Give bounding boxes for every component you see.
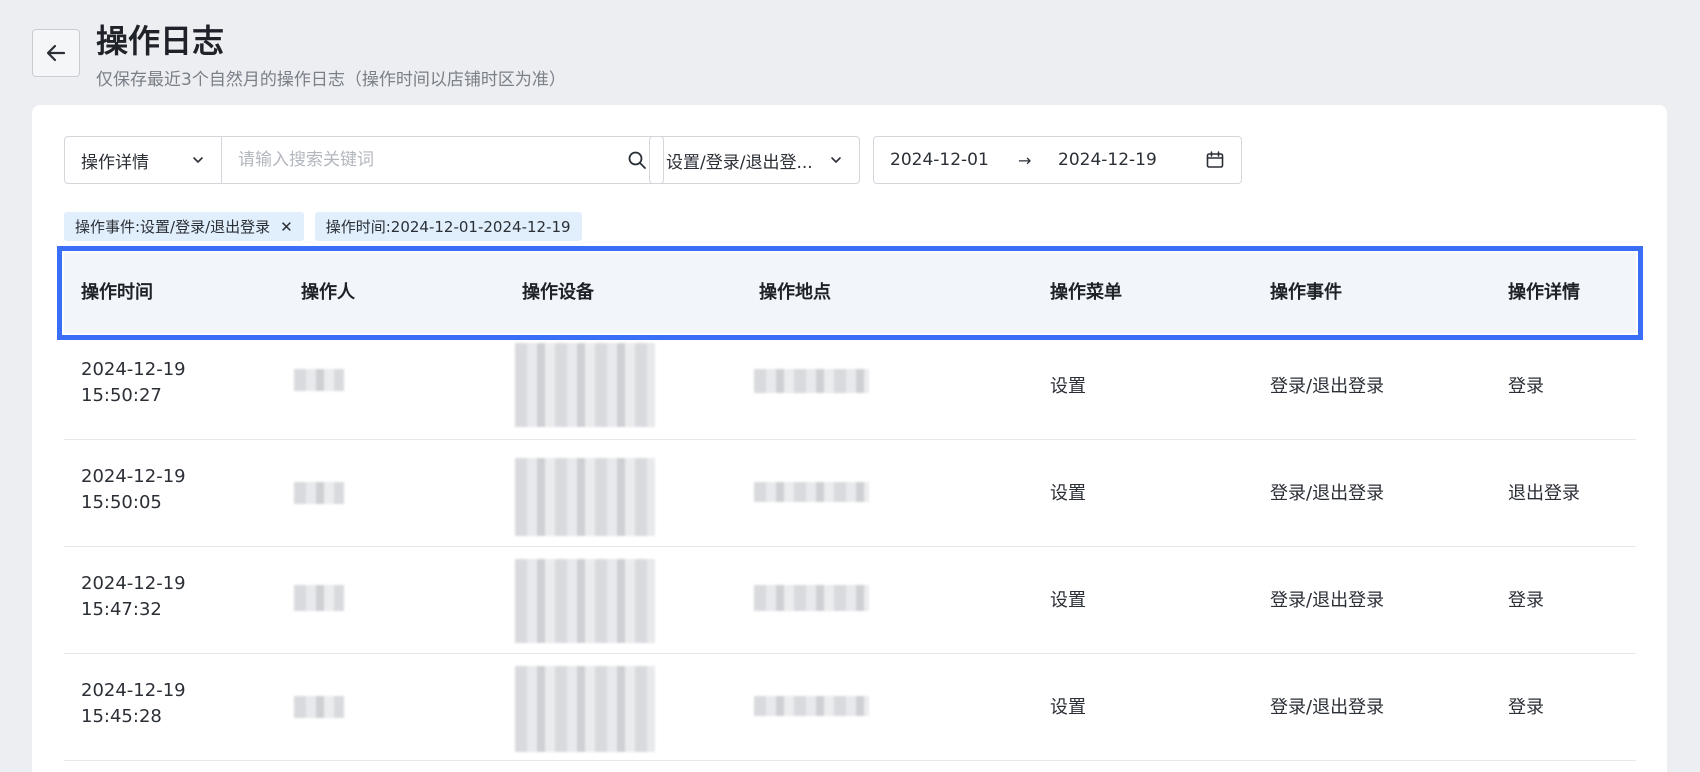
row-detail: 退出登录	[1508, 483, 1580, 504]
row-time: 15:50:27	[81, 385, 162, 406]
redacted-device	[515, 458, 655, 536]
row-date: 2024-12-19	[81, 466, 186, 487]
row-detail: 登录	[1508, 590, 1544, 611]
row-detail: 登录	[1508, 697, 1544, 718]
date-range-arrow: →	[1018, 150, 1032, 170]
table-row: 2024-12-19 15:50:27 设置 登录/退出登录 登录	[64, 333, 1636, 440]
search-group: 操作详情	[64, 136, 664, 184]
event-select-label: 设置/登录/退出登...	[666, 152, 813, 173]
row-datetime: 2024-12-19 15:50:05	[81, 464, 186, 516]
redacted-location	[754, 482, 869, 502]
search-input[interactable]	[238, 150, 627, 170]
search-input-wrap	[222, 137, 663, 183]
redacted-operator	[294, 696, 344, 718]
redacted-operator	[294, 585, 344, 611]
filter-tag-event: 操作事件:设置/登录/退出登录 ✕	[64, 212, 304, 241]
redacted-location	[754, 585, 869, 611]
row-date: 2024-12-19	[81, 680, 186, 701]
page-subtitle: 仅保存最近3个自然月的操作日志（操作时间以店铺时区为准）	[96, 70, 566, 90]
table-row: 2024-12-19 15:45:28 设置 登录/退出登录 登录	[64, 654, 1636, 761]
column-header-event: 操作事件	[1270, 282, 1342, 303]
redacted-location	[754, 696, 869, 716]
filter-tag-time: 操作时间:2024-12-01-2024-12-19	[314, 212, 582, 241]
table-row: 2024-12-19 15:50:05 设置 登录/退出登录 退出登录	[64, 440, 1636, 547]
table-header: 操作时间 操作人 操作设备 操作地点 操作菜单 操作事件 操作详情	[57, 246, 1643, 340]
redacted-operator	[294, 369, 344, 391]
redacted-operator	[294, 482, 344, 504]
column-header-menu: 操作菜单	[1050, 282, 1122, 303]
row-event: 登录/退出登录	[1270, 483, 1385, 504]
column-header-detail: 操作详情	[1508, 282, 1580, 303]
row-event: 登录/退出登录	[1270, 590, 1385, 611]
search-field-label: 操作详情	[81, 152, 149, 173]
event-select[interactable]: 设置/登录/退出登...	[649, 136, 860, 184]
column-header-time: 操作时间	[81, 282, 153, 303]
log-card: 操作详情 设置/登录/退出登... 2024-12-01 → 2024-12-1…	[32, 105, 1667, 772]
search-icon[interactable]	[627, 150, 647, 170]
search-field-select[interactable]: 操作详情	[65, 137, 222, 183]
row-menu: 设置	[1050, 376, 1086, 397]
row-menu: 设置	[1050, 590, 1086, 611]
back-button[interactable]	[32, 29, 80, 77]
row-date: 2024-12-19	[81, 573, 186, 594]
redacted-location	[754, 369, 869, 393]
log-table: 操作时间 操作人 操作设备 操作地点 操作菜单 操作事件 操作详情 2024-1…	[57, 246, 1643, 761]
column-header-operator: 操作人	[301, 282, 355, 303]
calendar-icon[interactable]	[1205, 150, 1225, 170]
redacted-device	[515, 559, 655, 643]
row-detail: 登录	[1508, 376, 1544, 397]
row-datetime: 2024-12-19 15:50:27	[81, 357, 186, 409]
redacted-device	[515, 666, 655, 752]
row-date: 2024-12-19	[81, 359, 186, 380]
column-header-location: 操作地点	[759, 282, 831, 303]
redacted-device	[515, 343, 655, 427]
row-time: 15:50:05	[81, 492, 162, 513]
page-title: 操作日志	[96, 22, 225, 60]
row-time: 15:45:28	[81, 706, 162, 727]
date-range-picker[interactable]: 2024-12-01 → 2024-12-19	[873, 136, 1242, 184]
row-time: 15:47:32	[81, 599, 162, 620]
row-event: 登录/退出登录	[1270, 376, 1385, 397]
close-icon[interactable]: ✕	[280, 218, 293, 236]
chevron-down-icon	[193, 157, 203, 164]
row-menu: 设置	[1050, 483, 1086, 504]
filter-tag-label: 操作事件:设置/登录/退出登录	[75, 218, 271, 236]
date-start[interactable]: 2024-12-01	[890, 150, 1018, 170]
column-header-device: 操作设备	[522, 282, 594, 303]
filter-tag-label: 操作时间:2024-12-01-2024-12-19	[325, 218, 571, 236]
back-arrow-icon	[46, 44, 66, 62]
table-row: 2024-12-19 15:47:32 设置 登录/退出登录 登录	[64, 547, 1636, 654]
row-menu: 设置	[1050, 697, 1086, 718]
row-datetime: 2024-12-19 15:47:32	[81, 571, 186, 623]
row-event: 登录/退出登录	[1270, 697, 1385, 718]
row-datetime: 2024-12-19 15:45:28	[81, 678, 186, 730]
active-filter-tags: 操作事件:设置/登录/退出登录 ✕ 操作时间:2024-12-01-2024-1…	[64, 212, 582, 241]
date-end[interactable]: 2024-12-19	[1058, 150, 1205, 170]
chevron-down-icon	[831, 157, 841, 164]
